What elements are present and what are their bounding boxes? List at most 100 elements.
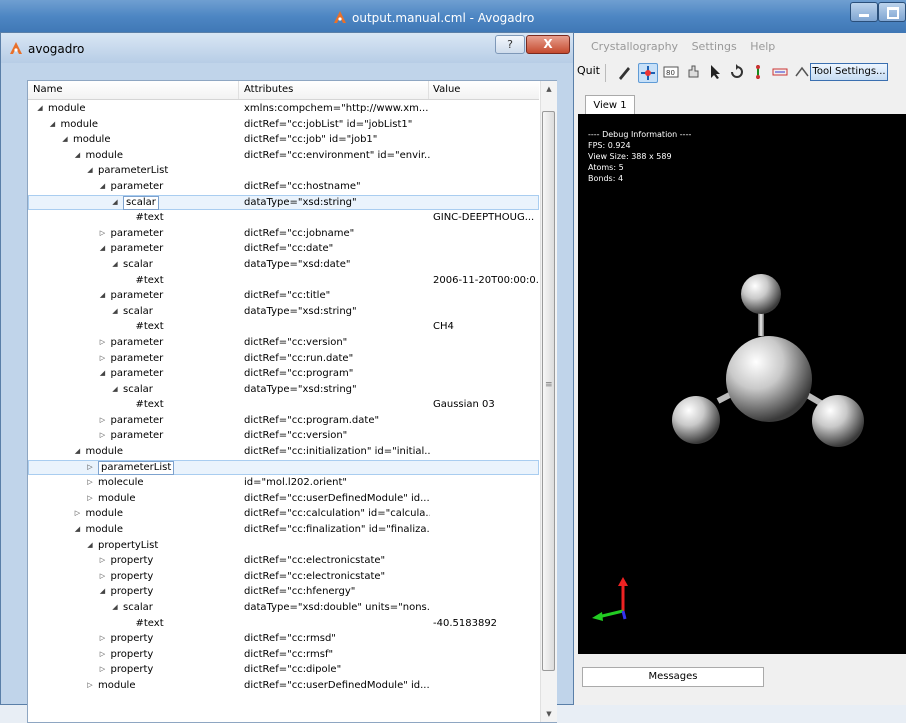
scroll-down-icon[interactable]: ▼: [541, 706, 557, 722]
expanded-arrow-icon[interactable]: ◢: [86, 538, 94, 554]
close-button[interactable]: X: [526, 35, 570, 54]
dialog-title-bar[interactable]: avogadro ? X: [1, 33, 573, 63]
tree-row[interactable]: ◢ property dictRef="cc:hfenergy": [28, 584, 539, 600]
tree-row[interactable]: ▷ module dictRef="cc:userDefinedModule" id…: [28, 491, 539, 507]
menu-crystallography[interactable]: Crystallography: [591, 40, 678, 53]
expanded-arrow-icon[interactable]: ◢: [74, 148, 82, 164]
collapsed-arrow-icon[interactable]: ▷: [99, 351, 107, 367]
tree-row[interactable]: ◢ module dictRef="cc:job" id="job1": [28, 132, 539, 148]
tree-row[interactable]: ▷ molecule id="mol.l202.orient": [28, 475, 539, 491]
tree-row[interactable]: ▷ property dictRef="cc:rmsd": [28, 631, 539, 647]
tree-row[interactable]: ▷ module dictRef="cc:userDefinedModule" id…: [28, 678, 539, 694]
scroll-up-icon[interactable]: ▲: [541, 81, 557, 97]
molecule-viewport[interactable]: ---- Debug Information ---- FPS: 0.924 V…: [578, 114, 906, 654]
tree-row[interactable]: ◢ parameter dictRef="cc:title": [28, 288, 539, 304]
tree-row[interactable]: #text Gaussian 03: [28, 397, 539, 413]
collapsed-arrow-icon[interactable]: ▷: [99, 428, 107, 444]
tree-row[interactable]: ◢ scalar dataType="xsd:string": [28, 382, 539, 398]
tree-row[interactable]: #text 2006-11-20T00:00:0...: [28, 273, 540, 289]
collapsed-arrow-icon[interactable]: ▷: [99, 647, 107, 663]
tree-row[interactable]: ▷ parameter dictRef="cc:version": [28, 335, 539, 351]
collapsed-arrow-icon[interactable]: ▷: [99, 569, 107, 585]
tree-row[interactable]: ▷ parameter dictRef="cc:program.date": [28, 413, 539, 429]
expanded-arrow-icon[interactable]: ◢: [111, 600, 119, 616]
column-header-attributes[interactable]: Attributes: [244, 84, 293, 95]
tree-row[interactable]: ▷ parameter dictRef="cc:jobname": [28, 226, 539, 242]
tree-row[interactable]: ◢ module dictRef="cc:environment" id="envi…: [28, 148, 539, 164]
tree-row[interactable]: ▷ property dictRef="cc:rmsf": [28, 647, 539, 663]
column-header-value[interactable]: Value: [433, 84, 460, 95]
collapsed-arrow-icon[interactable]: ▷: [99, 631, 107, 647]
expanded-arrow-icon[interactable]: ◢: [61, 132, 69, 148]
tree-row[interactable]: ◢ scalar dataType="xsd:double" units="nons…: [28, 600, 539, 616]
navigate-icon[interactable]: [638, 63, 658, 83]
expanded-arrow-icon[interactable]: ◢: [111, 382, 119, 398]
vertical-scrollbar[interactable]: ▲ ▼: [540, 81, 557, 722]
collapsed-arrow-icon[interactable]: ▷: [99, 662, 107, 678]
expanded-arrow-icon[interactable]: ◢: [111, 195, 119, 211]
tree-row[interactable]: ▷ parameterList: [28, 459, 539, 476]
tree-row[interactable]: ◢ scalar dataType="xsd:date": [28, 257, 539, 273]
collapsed-arrow-icon[interactable]: ▷: [99, 553, 107, 569]
menu-help[interactable]: Help: [750, 40, 775, 53]
collapsed-arrow-icon[interactable]: ▷: [99, 226, 107, 242]
tree-row[interactable]: #text GINC-DEEPTHOUG...: [28, 210, 539, 226]
tree-row[interactable]: ◢ module dictRef="cc:jobList" id="jobList1…: [28, 117, 539, 133]
collapsed-arrow-icon[interactable]: ▷: [99, 413, 107, 429]
expanded-arrow-icon[interactable]: ◢: [49, 117, 57, 133]
tree-row[interactable]: ◢ parameter dictRef="cc:hostname": [28, 179, 539, 195]
collapsed-arrow-icon[interactable]: ▷: [86, 475, 94, 491]
measure-icon[interactable]: 80: [662, 63, 680, 81]
collapsed-arrow-icon[interactable]: ▷: [86, 491, 94, 507]
align-icon[interactable]: [749, 63, 767, 81]
tree-row[interactable]: #text -40.5183892: [28, 616, 539, 632]
tree-row[interactable]: ▷ parameter dictRef="cc:version": [28, 428, 539, 444]
minimize-button[interactable]: [850, 2, 878, 22]
tool-settings-button[interactable]: Tool Settings...: [810, 63, 888, 81]
expanded-arrow-icon[interactable]: ◢: [99, 584, 107, 600]
column-header-name[interactable]: Name: [33, 84, 63, 95]
expanded-arrow-icon[interactable]: ◢: [36, 101, 44, 117]
rotate-icon[interactable]: [728, 63, 746, 81]
expanded-arrow-icon[interactable]: ◢: [86, 163, 94, 179]
xml-tree-view[interactable]: Name Attributes Value ◢ module xmlns:compc…: [27, 80, 557, 723]
tree-row[interactable]: ▷ parameter dictRef="cc:run.date": [28, 351, 539, 367]
scrollbar-thumb[interactable]: [542, 111, 555, 671]
expanded-arrow-icon[interactable]: ◢: [74, 522, 82, 538]
symmetry-icon[interactable]: [793, 63, 811, 81]
tree-row[interactable]: ▷ module dictRef="cc:calculation" id="calc…: [28, 506, 539, 522]
tree-row[interactable]: #text CH4: [28, 319, 539, 335]
manipulate-icon[interactable]: [684, 63, 702, 81]
expanded-arrow-icon[interactable]: ◢: [99, 179, 107, 195]
tree-row[interactable]: ▷ property dictRef="cc:electronicstate": [28, 569, 539, 585]
menu-settings[interactable]: Settings: [692, 40, 737, 53]
tree-row[interactable]: ◢ module xmlns:compchem="http://www.xm...: [28, 101, 539, 117]
collapsed-arrow-icon[interactable]: ▷: [74, 506, 82, 522]
collapsed-arrow-icon[interactable]: ▷: [86, 678, 94, 694]
tree-row[interactable]: ◢ scalar dataType="xsd:string": [28, 194, 539, 211]
draw-icon[interactable]: [616, 63, 634, 81]
select-icon[interactable]: [706, 63, 724, 81]
tree-row[interactable]: ◢ module dictRef="cc:initialization" id="i…: [28, 444, 539, 460]
tree-row[interactable]: ◢ module dictRef="cc:finalization" id="fin…: [28, 522, 539, 538]
tab-messages[interactable]: Messages: [582, 667, 764, 687]
tree-row[interactable]: ◢ parameter dictRef="cc:program": [28, 366, 539, 382]
expanded-arrow-icon[interactable]: ◢: [99, 241, 107, 257]
collapsed-arrow-icon[interactable]: ▷: [99, 335, 107, 351]
help-button[interactable]: ?: [495, 35, 525, 54]
bond-centric-icon[interactable]: [771, 63, 789, 81]
tree-row[interactable]: ▷ property dictRef="cc:electronicstate": [28, 553, 539, 569]
tree-row[interactable]: ◢ parameter dictRef="cc:date": [28, 241, 539, 257]
tab-view-1[interactable]: View 1: [585, 95, 635, 115]
expanded-arrow-icon[interactable]: ◢: [99, 288, 107, 304]
expanded-arrow-icon[interactable]: ◢: [99, 366, 107, 382]
tree-row[interactable]: ◢ parameterList: [28, 163, 539, 179]
quit-button[interactable]: Quit: [577, 64, 600, 77]
tree-row[interactable]: ◢ scalar dataType="xsd:string": [28, 304, 539, 320]
tree-row[interactable]: ▷ property dictRef="cc:dipole": [28, 662, 539, 678]
expanded-arrow-icon[interactable]: ◢: [74, 444, 82, 460]
maximize-button[interactable]: [878, 2, 906, 22]
tree-row[interactable]: ◢ propertyList: [28, 538, 539, 554]
collapsed-arrow-icon[interactable]: ▷: [86, 460, 94, 476]
expanded-arrow-icon[interactable]: ◢: [111, 257, 119, 273]
